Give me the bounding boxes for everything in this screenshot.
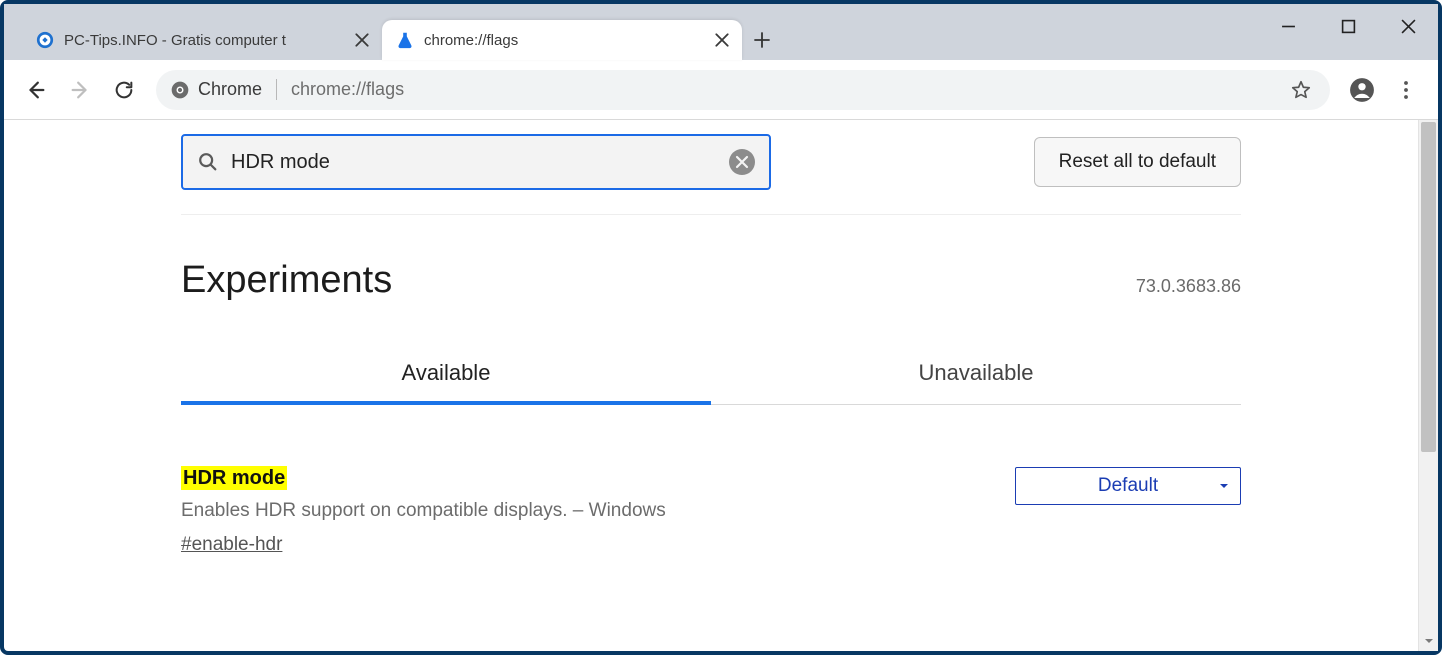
address-bar[interactable]: Chrome chrome://flags (156, 70, 1330, 110)
browser-tab-inactive[interactable]: PC-Tips.INFO - Gratis computer t (22, 20, 382, 60)
chrome-logo-icon (170, 80, 190, 100)
page-viewport: Reset all to default Experiments 73.0.36… (4, 120, 1438, 651)
bookmark-star-icon[interactable] (1290, 79, 1312, 101)
tab-close-icon[interactable] (714, 32, 730, 48)
flag-title: HDR mode (181, 466, 287, 490)
scroll-down-arrow-icon[interactable] (1419, 631, 1438, 651)
flag-state-dropdown[interactable]: Default (1015, 467, 1241, 505)
flag-hash-link[interactable]: #enable-hdr (181, 534, 282, 556)
flags-search-box[interactable] (181, 134, 771, 190)
tab-title: PC-Tips.INFO - Gratis computer t (64, 32, 354, 49)
flask-icon (396, 31, 414, 49)
reload-button[interactable] (104, 70, 144, 110)
flags-search-input[interactable] (231, 151, 729, 174)
forward-button[interactable] (60, 70, 100, 110)
clear-search-icon[interactable] (729, 149, 755, 175)
vertical-scrollbar[interactable] (1418, 120, 1438, 651)
menu-button[interactable] (1386, 70, 1426, 110)
flags-search-row: Reset all to default (181, 134, 1241, 215)
tab-title: chrome://flags (424, 32, 714, 49)
caret-down-icon (1218, 480, 1230, 492)
search-icon (197, 151, 219, 173)
back-button[interactable] (16, 70, 56, 110)
page-title: Experiments (181, 259, 392, 302)
flag-tabs: Available Unavailable (181, 360, 1241, 405)
tab-close-icon[interactable] (354, 32, 370, 48)
window-controls (1258, 4, 1438, 48)
url-text: chrome://flags (291, 79, 404, 100)
tab-available[interactable]: Available (181, 360, 711, 404)
window-maximize-button[interactable] (1318, 4, 1378, 48)
browser-toolbar: Chrome chrome://flags (4, 60, 1438, 120)
flag-state-value: Default (1098, 475, 1158, 497)
chrome-version: 73.0.3683.86 (1136, 276, 1241, 297)
tab-unavailable[interactable]: Unavailable (711, 360, 1241, 404)
flag-row: HDR mode Enables HDR support on compatib… (181, 467, 1241, 556)
browser-tab-active[interactable]: chrome://flags (382, 20, 742, 60)
reset-all-button[interactable]: Reset all to default (1034, 137, 1241, 187)
new-tab-button[interactable] (742, 20, 782, 60)
browser-titlebar: PC-Tips.INFO - Gratis computer t chrome:… (4, 4, 1438, 60)
site-chip-label: Chrome (198, 79, 262, 100)
flag-description: Enables HDR support on compatible displa… (181, 500, 975, 522)
pctips-favicon (36, 31, 54, 49)
profile-button[interactable] (1342, 70, 1382, 110)
window-close-button[interactable] (1378, 4, 1438, 48)
scrollbar-thumb[interactable] (1421, 122, 1436, 452)
page-body: Reset all to default Experiments 73.0.36… (4, 120, 1418, 651)
site-chip[interactable]: Chrome (170, 79, 277, 100)
window-minimize-button[interactable] (1258, 4, 1318, 48)
